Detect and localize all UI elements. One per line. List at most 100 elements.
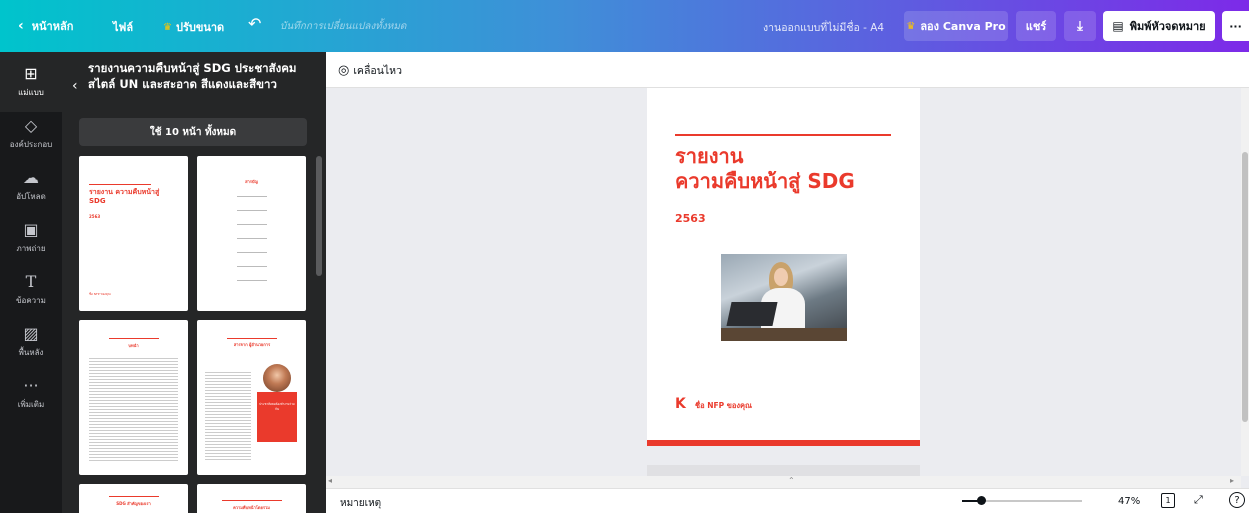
toc-lines <box>237 196 267 286</box>
bottom-bar: หมายเหตุ 47% 1 ⤢ ? <box>326 488 1249 513</box>
save-status: บันทึกการเปลี่ยนแปลงทั้งหมด <box>280 21 407 32</box>
rail-background[interactable]: ▨ พื้นหลัง <box>0 312 62 372</box>
design-page[interactable]: รายงาน ความคืบหน้าสู่ SDG 2563 K ชื่อ NF… <box>647 88 920 446</box>
photo-person-face <box>774 268 788 286</box>
more-options-button[interactable]: ··· <box>1222 11 1249 41</box>
rail-uploads-label: อัปโหลด <box>16 191 46 201</box>
photo-desk <box>721 328 847 341</box>
try-pro-label: ลอง Canva Pro <box>920 20 1006 33</box>
thumb-title: บทนำ <box>128 343 139 348</box>
animate-button[interactable]: ◎ เคลื่อนไหว <box>338 62 402 79</box>
download-button[interactable]: ⤓ <box>1064 11 1096 41</box>
cloud-upload-icon: ☁ <box>23 167 39 187</box>
thumb-divider <box>109 496 159 497</box>
report-title-line2[interactable]: ความคืบหน้าสู่ SDG <box>675 169 855 194</box>
logo-mark: K <box>675 396 686 412</box>
rail-more[interactable]: ··· เพิ่มเติม <box>0 364 62 424</box>
thumb-footer: ชื่อ NFP ของคุณ <box>89 292 111 296</box>
rail-text[interactable]: T ข้อความ <box>0 260 62 320</box>
template-title: รายงานความคืบหน้าสู่ SDG ประชาสังคม สไตล… <box>88 61 297 91</box>
vertical-scroll-thumb[interactable] <box>1242 152 1248 422</box>
zoom-value[interactable]: 47% <box>1118 496 1140 507</box>
next-page-preview[interactable] <box>647 465 920 476</box>
report-year[interactable]: 2563 <box>675 212 706 225</box>
rail-templates[interactable]: ⊞ แม่แบบ <box>0 52 62 112</box>
image-icon: ▣ <box>23 219 39 239</box>
animate-label: เคลื่อนไหว <box>353 65 402 77</box>
rail-templates-label: แม่แบบ <box>18 87 44 97</box>
portrait-photo <box>263 364 291 392</box>
page-thumbnail-1[interactable]: รายงาน ความคืบหน้าสู่ SDG 2563 ชื่อ NFP … <box>79 156 188 311</box>
thumb-title: SDG สำคัญของเรา <box>116 501 151 506</box>
home-button[interactable]: ‹ หน้าหลัก <box>18 0 73 52</box>
try-pro-button[interactable]: ♛ ลอง Canva Pro <box>904 11 1008 41</box>
thumb-divider <box>109 338 159 339</box>
thumb-title: รายงาน ความคืบหน้าสู่ SDG <box>89 188 160 205</box>
page-thumbnail-6[interactable]: ความคืบหน้าโดยรวม <box>197 484 306 513</box>
resize-label: ปรับขนาด <box>175 21 225 34</box>
shapes-icon: ◇ <box>24 115 38 135</box>
thumb-callout-text: ประชาสังคมต้องทำงานร่วมกัน <box>259 402 295 411</box>
chevron-left-icon: ‹ <box>18 18 24 34</box>
thumb-divider <box>89 184 151 185</box>
animate-icon: ◎ <box>338 63 350 78</box>
page-thumbnail-5[interactable]: SDG สำคัญของเรา <box>79 484 188 513</box>
template-icon: ⊞ <box>24 63 38 83</box>
thumb-divider <box>222 500 282 501</box>
thumb-title: สารจาก ผู้อำนวยการ <box>233 342 271 347</box>
canvas-horizontal-scrollbar[interactable]: ◂ ▸ ⌃ <box>326 476 1241 488</box>
text-icon: T <box>25 271 37 291</box>
crown-icon: ♛ <box>163 21 172 33</box>
side-rail: ⊞ แม่แบบ ◇ องค์ประกอบ ☁ อัปโหลด ▣ ภาพถ่า… <box>0 52 62 513</box>
use-all-pages-button[interactable]: ใช้ 10 หน้า ทั้งหมด <box>79 118 307 146</box>
print-label: พิมพ์หัวจดหมาย <box>1129 20 1206 33</box>
bottom-band <box>647 440 920 446</box>
download-icon: ⤓ <box>1077 18 1083 34</box>
undo-icon[interactable]: ↶ <box>248 14 261 33</box>
design-name[interactable]: งานออกแบบที่ไม่มีชื่อ - A4 <box>763 19 884 36</box>
page-count-icon[interactable]: 1 <box>1161 493 1175 508</box>
cover-photo[interactable] <box>721 254 847 341</box>
template-panel: ‹ รายงานความคืบหน้าสู่ SDG ประชาสังคม สไ… <box>62 52 326 513</box>
rail-elements[interactable]: ◇ องค์ประกอบ <box>0 104 62 164</box>
body-lines <box>205 372 251 462</box>
more-dots-icon: ··· <box>23 375 39 395</box>
page-thumbnail-4[interactable]: สารจาก ผู้อำนวยการ ประชาสังคมต้องทำงานร่… <box>197 320 306 475</box>
back-chevron-icon[interactable]: ‹ <box>72 78 78 94</box>
panel-scrollbar[interactable] <box>316 156 322 276</box>
canvas-vertical-scrollbar[interactable] <box>1241 88 1249 476</box>
fullscreen-icon[interactable]: ⤢ <box>1194 493 1203 507</box>
body-lines <box>89 358 178 463</box>
zoom-slider-knob[interactable] <box>977 496 986 505</box>
zoom-slider[interactable] <box>962 496 1082 505</box>
document-icon: ▤ <box>1112 19 1124 33</box>
page-thumbnail-3[interactable]: บทนำ <box>79 320 188 475</box>
thumb-callout-box <box>257 392 297 442</box>
rail-text-label: ข้อความ <box>16 295 46 305</box>
share-button[interactable]: แชร์ <box>1016 11 1056 41</box>
rail-uploads[interactable]: ☁ อัปโหลด <box>0 156 62 216</box>
scroll-left-icon[interactable]: ◂ <box>328 476 332 485</box>
rail-elements-label: องค์ประกอบ <box>9 139 53 149</box>
rail-background-label: พื้นหลัง <box>18 347 44 357</box>
org-name[interactable]: ชื่อ NFP ของคุณ <box>695 400 752 412</box>
notes-button[interactable]: หมายเหตุ <box>340 496 381 511</box>
collapse-notes-chevron-icon[interactable]: ⌃ <box>788 476 795 485</box>
crown-icon: ♛ <box>906 20 916 32</box>
page-count: 1 <box>1165 496 1171 505</box>
rail-more-label: เพิ่มเติม <box>17 399 45 409</box>
thumb-title: สารบัญ <box>245 179 258 184</box>
editor-canvas: รายงาน ความคืบหน้าสู่ SDG 2563 K ชื่อ NF… <box>326 88 1241 476</box>
title-rule <box>675 134 891 136</box>
report-title-line1[interactable]: รายงาน <box>675 144 743 169</box>
photo-laptop <box>726 302 778 326</box>
page-thumbnail-2[interactable]: สารบัญ <box>197 156 306 311</box>
help-icon[interactable]: ? <box>1229 492 1245 508</box>
pattern-icon: ▨ <box>23 323 39 343</box>
rail-photos[interactable]: ▣ ภาพถ่าย <box>0 208 62 268</box>
print-button[interactable]: ▤ พิมพ์หัวจดหมาย <box>1103 11 1215 41</box>
scroll-right-icon[interactable]: ▸ <box>1230 476 1234 485</box>
resize-button[interactable]: ♛ ปรับขนาด <box>163 18 224 36</box>
file-menu[interactable]: ไฟล์ <box>113 18 133 36</box>
canvas-toolbar: ◎ เคลื่อนไหว <box>326 52 1249 88</box>
